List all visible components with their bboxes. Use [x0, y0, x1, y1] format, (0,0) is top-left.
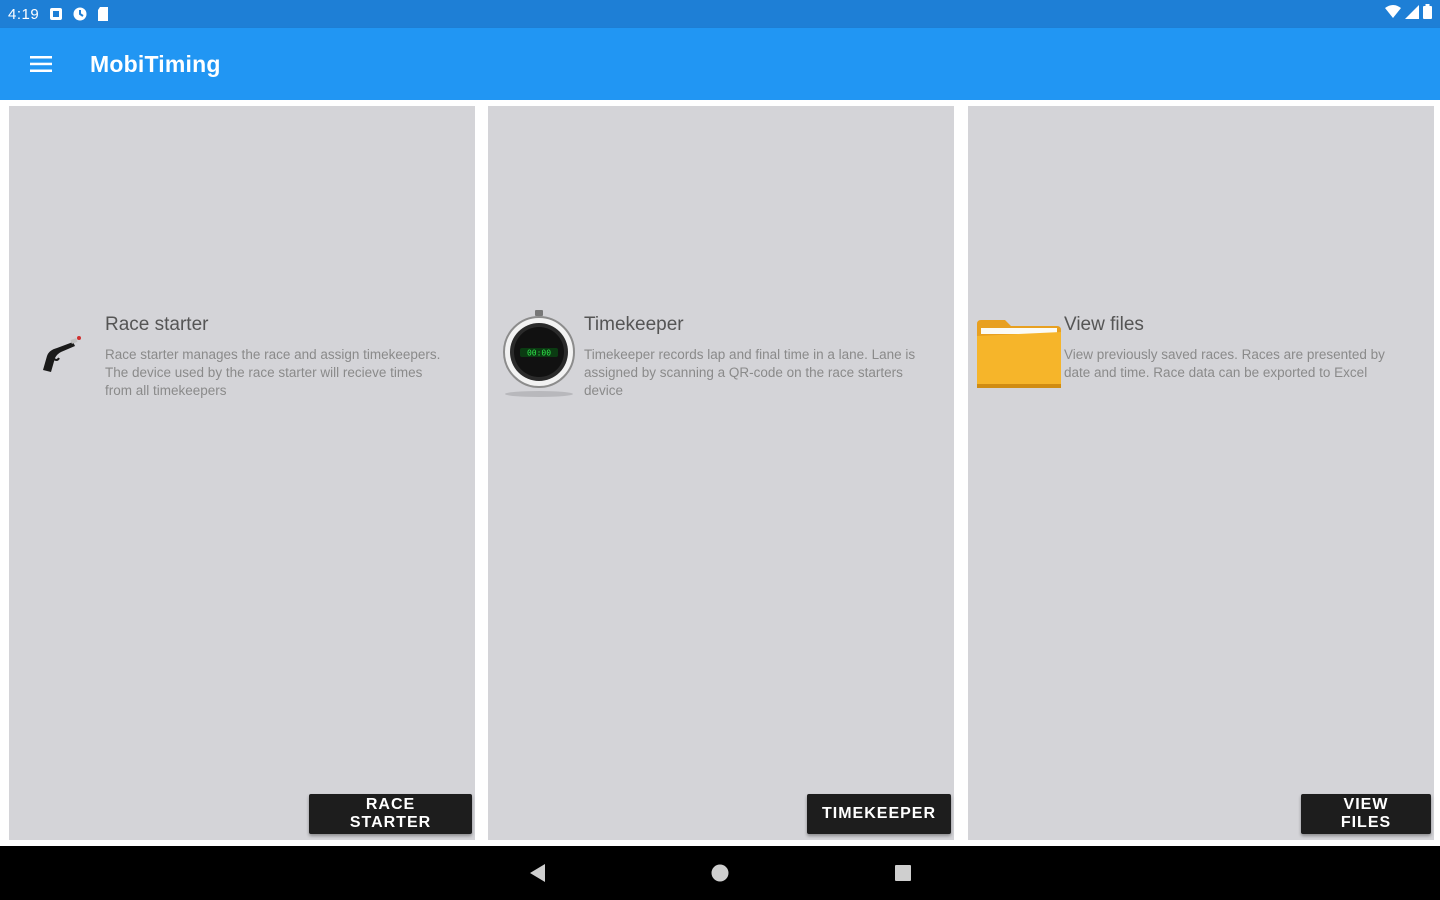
app-title: MobiTiming — [90, 50, 221, 77]
status-right — [1385, 4, 1432, 24]
card-description: Timekeeper records lap and final time in… — [584, 347, 916, 398]
notification-icon — [73, 7, 87, 21]
card-race-starter: Race starter Race starter manages the ra… — [9, 106, 475, 840]
status-bar: 4:19 — [0, 0, 1440, 28]
recents-icon[interactable] — [891, 861, 915, 885]
card-title: Race starter — [105, 314, 209, 335]
hamburger-menu-icon[interactable] — [17, 40, 65, 88]
svg-text:00:00: 00:00 — [527, 348, 551, 357]
wifi-icon — [1385, 4, 1401, 24]
signal-icon — [1405, 4, 1419, 24]
race-starter-button[interactable]: RACE STARTER — [309, 794, 472, 834]
card-description: View previously saved races. Races are p… — [1064, 347, 1385, 380]
card-title: Timekeeper — [584, 314, 684, 335]
card-view-files: View files View previously saved races. … — [968, 106, 1434, 840]
main-content: Race starter Race starter manages the ra… — [0, 100, 1440, 846]
notification-icon — [49, 7, 63, 21]
starter-pistol-icon — [15, 306, 105, 401]
status-left: 4:19 — [8, 6, 111, 23]
back-icon[interactable] — [526, 861, 550, 885]
sd-card-icon — [97, 7, 111, 21]
card-description: Race starter manages the race and assign… — [105, 347, 441, 398]
stopwatch-icon: 00:00 — [494, 306, 584, 401]
card-timekeeper: 00:00 Timekeeper Timekeeper records lap … — [488, 106, 954, 840]
timekeeper-button[interactable]: TIMEKEEPER — [807, 794, 951, 834]
view-files-button[interactable]: VIEW FILES — [1301, 794, 1431, 834]
navigation-bar — [0, 846, 1440, 900]
folder-icon — [974, 306, 1064, 401]
battery-icon — [1423, 4, 1432, 24]
app-bar: MobiTiming — [0, 28, 1440, 100]
home-icon[interactable] — [708, 861, 732, 885]
status-time: 4:19 — [8, 5, 40, 23]
card-title: View files — [1064, 314, 1144, 335]
